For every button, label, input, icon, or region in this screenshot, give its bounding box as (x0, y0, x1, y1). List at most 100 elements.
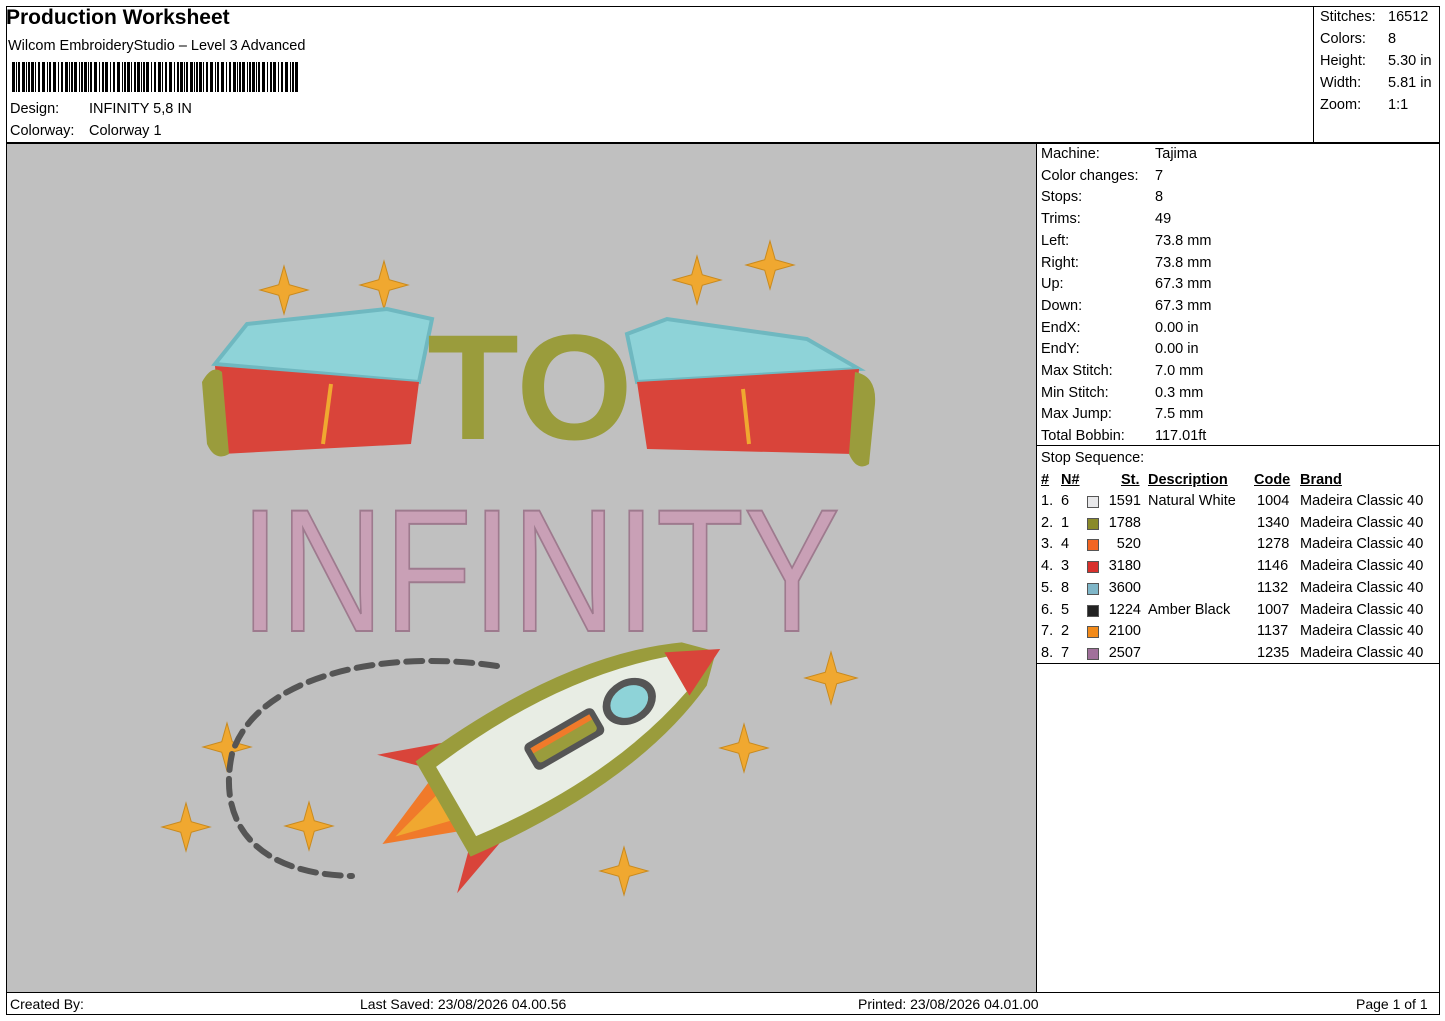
color-swatch (1087, 647, 1099, 660)
barcode-bar (184, 62, 185, 92)
width-value: 5.81 in (1388, 75, 1432, 91)
barcode-bar (206, 62, 208, 92)
thread-code: 1137 (1257, 623, 1289, 640)
barcode-bar (169, 62, 172, 92)
info-value: Tajima (1155, 146, 1197, 162)
barcode-bar (47, 62, 48, 92)
barcode-bar (199, 62, 202, 92)
info-value: 117.01ft (1155, 428, 1207, 445)
thread-description: Amber Black (1148, 601, 1231, 618)
barcode-bar (28, 62, 30, 92)
stop-number: 6. (1041, 601, 1054, 618)
barcode-bar (146, 62, 149, 92)
barcode-bar (69, 62, 70, 92)
info-value: 49 (1155, 211, 1172, 228)
info-value: 0.3 mm (1155, 384, 1204, 401)
needle-number: 5 (1061, 601, 1070, 618)
star-icon (283, 800, 335, 852)
barcode-bar (242, 62, 245, 92)
barcode-bar (131, 62, 132, 92)
col-header-code: Code (1254, 472, 1291, 488)
barcode-bar (113, 62, 115, 92)
barcode-bar (90, 62, 92, 92)
barcode-bar (124, 62, 126, 92)
barcode-bar (105, 62, 108, 92)
thread-code: 1007 (1257, 601, 1290, 618)
info-value: 73.8 mm (1155, 254, 1212, 271)
col-header-description: Description (1148, 472, 1228, 488)
needle-number: 7 (1061, 644, 1070, 661)
star-icon (160, 801, 212, 853)
barcode-bar (252, 62, 255, 92)
barcode-bar (233, 62, 236, 92)
stop-number: 8. (1041, 644, 1054, 661)
info-value: 7.5 mm (1155, 406, 1204, 423)
width-label: Width: (1320, 75, 1362, 91)
barcode-bar (22, 62, 25, 92)
software-name: Wilcom EmbroideryStudio – Level 3 Advanc… (8, 38, 306, 54)
colorway-value: Colorway 1 (89, 123, 162, 139)
barcode-bar (249, 62, 251, 92)
design-value: INFINITY 5,8 IN (89, 101, 192, 117)
left-wing-graphic (202, 306, 435, 457)
barcode-bar (281, 62, 283, 92)
barcode-bar (110, 62, 111, 92)
thread-brand: Madeira Classic 40 (1300, 601, 1424, 618)
colors-label: Colors: (1320, 31, 1366, 47)
barcode-bar (35, 62, 36, 92)
barcode-bar (203, 62, 204, 92)
infinity-text: INFINITY (240, 474, 840, 669)
barcode-bar (196, 62, 198, 92)
barcode-bar (210, 62, 213, 92)
star-icon (744, 239, 796, 291)
barcode-bar (71, 62, 73, 92)
barcode-bar (79, 62, 80, 92)
barcode-bar (65, 62, 68, 92)
info-label: Trims: (1041, 211, 1081, 228)
info-label: Total Bobbin: (1041, 428, 1125, 445)
info-label: Max Stitch: (1041, 363, 1113, 379)
thread-brand: Madeira Classic 40 (1300, 493, 1424, 509)
barcode-bar (38, 62, 40, 92)
stop-number: 1. (1041, 493, 1054, 509)
barcode-bar (154, 62, 156, 92)
barcode-bar (53, 62, 56, 92)
barcode-bar (217, 62, 219, 92)
barcode-bar (74, 62, 77, 92)
design-preview: TO INFINITY (6, 143, 1037, 993)
barcode-bar (177, 62, 179, 92)
color-swatch (1087, 604, 1099, 617)
needle-number: 8 (1061, 579, 1070, 596)
info-value: 67.3 mm (1155, 276, 1212, 293)
barcode-bar (267, 62, 268, 92)
barcode-bar (158, 62, 161, 92)
barcode-bar (278, 62, 279, 92)
embroidery-design: TO INFINITY (160, 239, 876, 897)
barcode-bar (81, 62, 83, 92)
stop-sequence-panel: Stop Sequence: # N# St. Description Code… (1036, 445, 1440, 664)
barcode-bar (262, 62, 265, 92)
colors-value: 8 (1388, 31, 1397, 47)
barcode-bar (190, 62, 193, 92)
barcode-bar (61, 62, 63, 92)
needle-number: 3 (1061, 558, 1070, 575)
thread-code: 1132 (1257, 579, 1289, 596)
thread-brand: Madeira Classic 40 (1300, 536, 1424, 553)
barcode-bar (180, 62, 183, 92)
barcode-bar (88, 62, 89, 92)
needle-number: 2 (1061, 623, 1070, 640)
info-label: EndY: (1041, 341, 1080, 358)
design-summary: Stitches: 16512 Colors: 8 Height: 5.30 i… (1313, 6, 1440, 143)
barcode-bar (162, 62, 163, 92)
thread-brand: Madeira Classic 40 (1300, 514, 1424, 531)
barcode-bar (165, 62, 167, 92)
info-label: EndX: (1041, 319, 1081, 336)
barcode-bar (174, 62, 175, 92)
barcode-bar (127, 62, 130, 92)
thread-brand: Madeira Classic 40 (1300, 579, 1424, 596)
barcode-bar (290, 62, 291, 92)
info-value: 7 (1155, 167, 1164, 184)
barcode-bar (16, 62, 17, 92)
barcode-bar (270, 62, 272, 92)
thread-code: 1340 (1257, 514, 1290, 531)
